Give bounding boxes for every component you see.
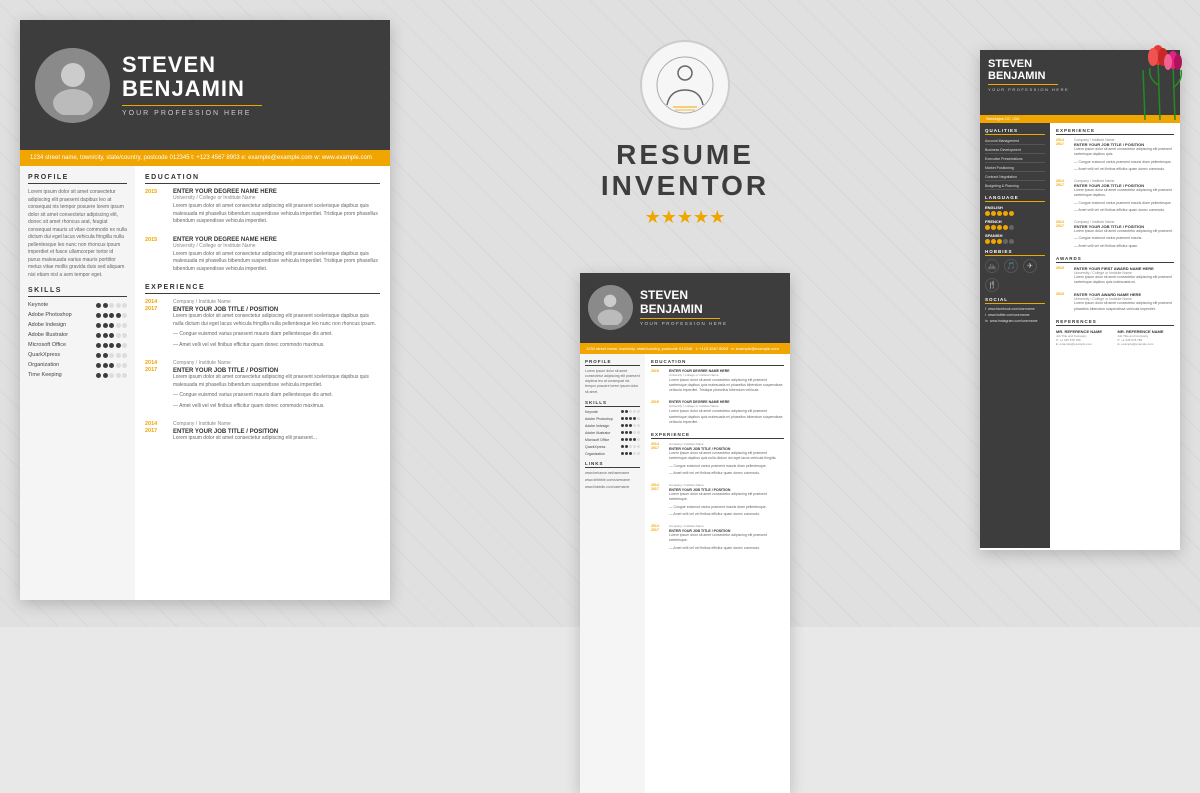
contact-info: 1234 street name, town/city, state/count… (30, 155, 372, 161)
language-title: LANGUAGE (985, 195, 1045, 202)
hobby-cook-icon: 🍴 (985, 278, 999, 292)
qualities-title: QUALITIES (985, 128, 1045, 135)
divider-third (988, 84, 1058, 85)
dark-left-col: QUALITIES Account Management Business De… (980, 123, 1050, 548)
right-col-sm: EDUCATION 2015 ENTER YOUR DEGREE NAME HE… (645, 354, 790, 793)
brand-stars: ★★★★★ (645, 207, 726, 228)
skill-photoshop: Adobe Photoshop (28, 312, 127, 318)
hobby-music-icon: 🎵 (1004, 259, 1018, 273)
profile-text: Lorem ipsum dolor sit amet consectetur a… (28, 189, 127, 279)
experience-title: EXPERIENCE (145, 284, 380, 294)
skill-indesign: Adobe Indesign (28, 322, 127, 328)
education-title: EDUCATION (145, 174, 380, 184)
second-resume-card: STEVEN BENJAMIN YOUR PROFESSION HERE 123… (580, 273, 790, 793)
name-divider (122, 105, 262, 106)
hobby-travel-icon: ✈ (1023, 259, 1037, 273)
skill-timekeeping: Time Keeping (28, 372, 127, 378)
brand-title: RESUME INVENTOR (601, 140, 769, 202)
skills-section-title: SKILLS (28, 287, 127, 297)
name-block: STEVEN BENJAMIN YOUR PROFESSION HERE (122, 53, 375, 117)
profession: YOUR PROFESSION HERE (122, 110, 375, 117)
hobby-bike-icon: 🚲 (985, 259, 999, 273)
main-resume-card: STEVEN BENJAMIN YOUR PROFESSION HERE 123… (20, 20, 390, 600)
skills-title-sm: SKILLS (585, 400, 640, 407)
brand-logo (640, 40, 730, 130)
left-column: PROFILE Lorem ipsum dolor sit amet conse… (20, 166, 135, 600)
contact-bar-sm: 1234 street name, town/city, state/count… (580, 343, 790, 354)
third-resume-card: STEVEN BENJAMIN YOUR PROFESSION HERE Was… (980, 50, 1180, 550)
skill-quarkxpress: QuarkXpress (28, 352, 127, 358)
edu-item-2: 2015 ENTER YOUR DEGREE NAME HERE Univers… (145, 237, 380, 277)
brand-section: RESUME INVENTOR ★★★★★ (601, 20, 769, 228)
resume-body-third: QUALITIES Account Management Business De… (980, 123, 1180, 548)
center-section: RESUME INVENTOR ★★★★★ STEVEN BENJAMIN YO (400, 20, 970, 793)
second-resume-header: STEVEN BENJAMIN YOUR PROFESSION HERE (580, 273, 790, 343)
name-sm-line1: STEVEN (640, 289, 728, 302)
exp-item-2: 20142017 Company / Institute Name ENTER … (145, 360, 380, 413)
name-line2: BENJAMIN (122, 77, 375, 101)
flower-decoration (1120, 0, 1200, 120)
main-container: STEVEN BENJAMIN YOUR PROFESSION HERE 123… (0, 0, 1200, 627)
exp-item-1: 20142017 Company / Institute Name ENTER … (145, 299, 380, 352)
name-line1: STEVEN (122, 53, 375, 77)
skill-illustrator: Adobe Illustrator (28, 332, 127, 338)
exp-item-3: 20142017 Company / Institute Name ENTER … (145, 421, 380, 446)
skill-msoffice: Microsoft Office (28, 342, 127, 348)
avatar (35, 48, 110, 123)
left-col-sm: PROFILE Lorem ipsum dolor sit amet conse… (580, 354, 645, 793)
skills-list: Keynote Adobe Photoshop (28, 302, 127, 378)
skill-keynote: Keynote (28, 302, 127, 308)
right-column: EDUCATION 2015 ENTER YOUR DEGREE NAME HE… (135, 166, 390, 600)
resume-body-sm: PROFILE Lorem ipsum dolor sit amet conse… (580, 354, 790, 793)
references-row: MR. REFERENCE NAME Job Title and Company… (1056, 329, 1174, 346)
name-sm-line2: BENJAMIN (640, 303, 728, 316)
exp-title-third: EXPERIENCE (1056, 128, 1174, 135)
awards-title-third: AWARDS (1056, 256, 1174, 263)
skill-organization: Organization (28, 362, 127, 368)
avatar-sm (588, 285, 633, 330)
hobbies-title: HOBBIES (985, 249, 1045, 256)
profession-sm: YOUR PROFESSION HERE (640, 321, 728, 326)
profile-section-title: PROFILE (28, 174, 127, 184)
ref-title-third: REFERENCES (1056, 319, 1174, 326)
name-block-sm: STEVEN BENJAMIN YOUR PROFESSION HERE (640, 289, 728, 325)
main-resume-header: STEVEN BENJAMIN YOUR PROFESSION HERE (20, 20, 390, 150)
contact-bar: 1234 street name, town/city, state/count… (20, 150, 390, 166)
edu-title-sm: EDUCATION (651, 359, 784, 366)
divider-sm (640, 318, 720, 319)
profile-title-sm: PROFILE (585, 359, 640, 366)
exp-title-sm: EXPERIENCE (651, 432, 784, 439)
links-title-sm: LINKS (585, 461, 640, 468)
social-title: SOCIAL (985, 297, 1045, 304)
white-right-col: EXPERIENCE 20142017 Company / Institute … (1050, 123, 1180, 548)
resume-body: PROFILE Lorem ipsum dolor sit amet conse… (20, 166, 390, 600)
edu-item-1: 2015 ENTER YOUR DEGREE NAME HERE Univers… (145, 189, 380, 229)
